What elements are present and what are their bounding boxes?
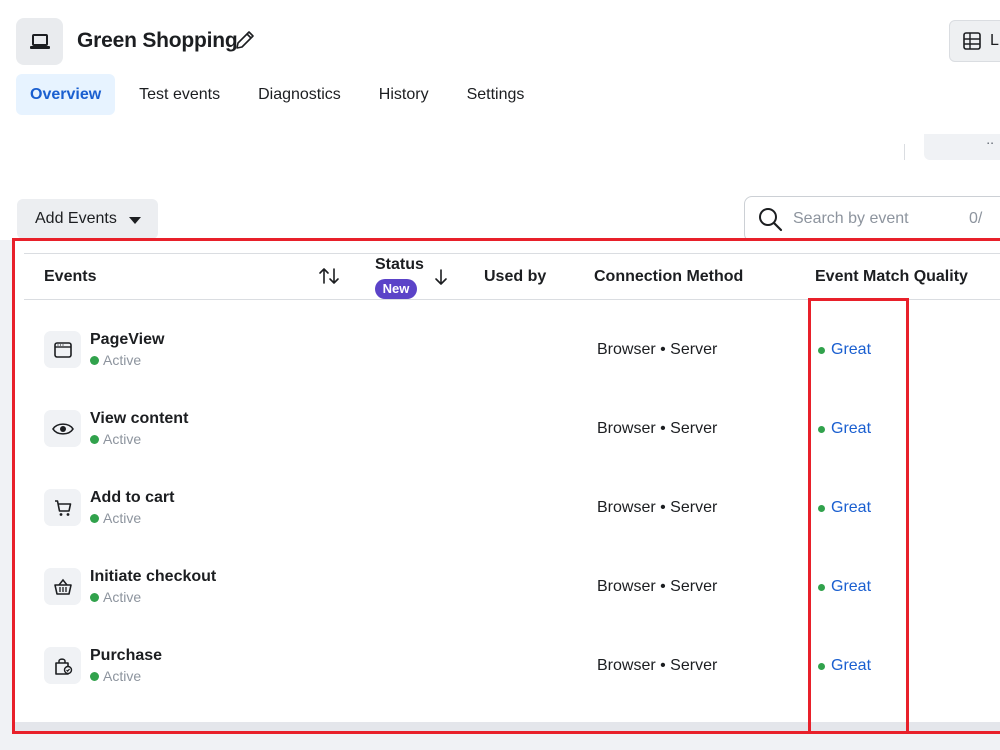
tab-history[interactable]: History — [365, 74, 443, 115]
quality-label[interactable]: Great — [831, 578, 871, 596]
event-name[interactable]: PageView — [90, 331, 164, 349]
status-label: Active — [103, 431, 142, 447]
event-match-quality[interactable]: Great — [818, 499, 871, 517]
event-match-quality[interactable]: Great — [818, 420, 871, 438]
search-icon — [759, 208, 783, 232]
table-row[interactable]: Initiate checkout Active Browser • Serve… — [24, 547, 1000, 626]
event-match-quality[interactable]: Great — [818, 341, 871, 359]
add-events-button[interactable]: Add Events — [17, 199, 158, 239]
connection-method: Browser • Server — [597, 341, 718, 358]
event-name[interactable]: Add to cart — [90, 489, 174, 507]
cart-icon — [44, 489, 81, 526]
connection-method: Browser • Server — [597, 499, 718, 516]
tab-diagnostics[interactable]: Diagnostics — [244, 74, 355, 115]
event-status: Active — [90, 352, 141, 368]
shopping-bag-icon — [44, 647, 81, 684]
summary-strip — [0, 124, 1000, 184]
event-match-quality[interactable]: Great — [818, 657, 871, 675]
status-dot — [90, 592, 99, 602]
event-status: Active — [90, 431, 141, 447]
status-label: Active — [103, 668, 142, 684]
status-label: Active — [103, 589, 142, 605]
status-dot — [90, 355, 99, 365]
status-dot — [90, 513, 99, 523]
table-icon — [963, 32, 981, 50]
connection-method: Browser • Server — [597, 420, 718, 437]
new-badge: New — [375, 279, 417, 299]
browser-window-icon — [44, 331, 81, 368]
tab-bar: Overview Test events Diagnostics History… — [16, 74, 548, 115]
event-name[interactable]: Purchase — [90, 647, 162, 665]
status-dot — [90, 671, 99, 681]
table-row[interactable]: View content Active Browser • Server Gre… — [24, 389, 1000, 468]
status-dot — [90, 434, 99, 444]
column-header-used-by[interactable]: Used by — [484, 268, 546, 286]
connection-method: Browser • Server — [597, 578, 718, 595]
tab-settings[interactable]: Settings — [453, 74, 539, 115]
tab-overview[interactable]: Overview — [16, 74, 116, 115]
table-row[interactable]: PageView Active Browser • Server Great — [24, 310, 1000, 389]
column-header-event-match-quality[interactable]: Event Match Quality — [815, 268, 968, 286]
connection-method: Browser • Server — [597, 657, 718, 674]
event-status: Active — [90, 668, 141, 684]
event-status: Active — [90, 589, 141, 605]
sort-descending-icon[interactable] — [433, 267, 449, 292]
quality-label[interactable]: Great — [831, 341, 871, 359]
quality-label[interactable]: Great — [831, 420, 871, 438]
quality-label[interactable]: Great — [831, 657, 871, 675]
layout-button[interactable]: L — [949, 20, 1000, 62]
event-name[interactable]: Initiate checkout — [90, 568, 216, 586]
quality-dot — [818, 504, 825, 512]
status-label: Active — [103, 510, 142, 526]
quality-dot — [818, 346, 825, 354]
event-status: Active — [90, 510, 141, 526]
page-title: Green Shopping — [77, 29, 238, 52]
column-header-events[interactable]: Events — [44, 268, 96, 286]
sort-toggle-icon[interactable] — [318, 266, 340, 291]
caret-down-icon — [128, 216, 141, 224]
page-header: Green Shopping L Overview Test events Di… — [0, 0, 1000, 124]
column-header-connection-method[interactable]: Connection Method — [594, 268, 743, 286]
table-row[interactable]: Purchase Active Browser • Server Great — [24, 626, 1000, 705]
event-match-quality[interactable]: Great — [818, 578, 871, 596]
search-box[interactable]: 0/ — [744, 196, 1000, 242]
tab-test-events[interactable]: Test events — [125, 74, 234, 115]
column-header-status[interactable]: Status — [375, 256, 424, 274]
quality-dot — [818, 662, 825, 670]
eye-icon — [44, 410, 81, 447]
search-input[interactable] — [793, 210, 963, 228]
laptop-icon — [16, 18, 63, 65]
status-label: Active — [103, 352, 142, 368]
add-events-label: Add Events — [35, 210, 117, 227]
event-name[interactable]: View content — [90, 410, 188, 428]
table-footer-edge — [12, 722, 1000, 734]
pencil-edit-icon[interactable] — [233, 28, 257, 52]
quality-label[interactable]: Great — [831, 499, 871, 517]
layout-button-label: L — [990, 32, 999, 49]
quality-dot — [818, 425, 825, 433]
search-count: 0/ — [969, 210, 983, 227]
divider — [904, 144, 905, 160]
table-row[interactable]: Add to cart Active Browser • Server Grea… — [24, 468, 1000, 547]
quality-dot — [818, 583, 825, 591]
basket-icon — [44, 568, 81, 605]
more-options-button[interactable]: .. — [924, 132, 1000, 160]
